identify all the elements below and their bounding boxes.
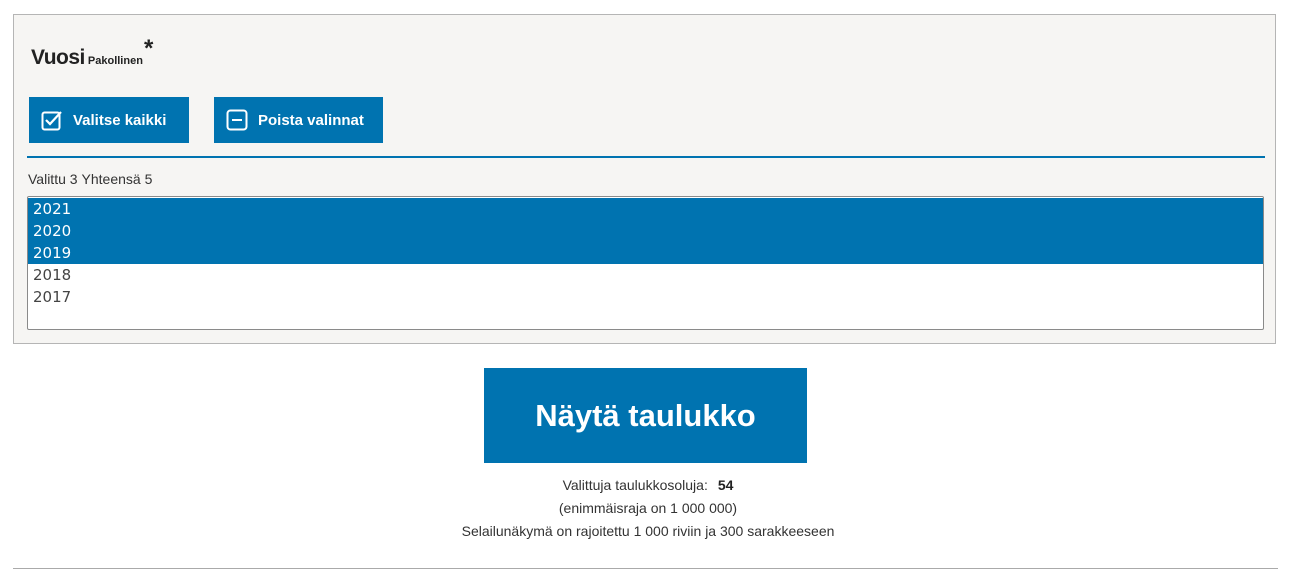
required-label: Pakollinen [87, 55, 143, 67]
total-count: Yhteensä 5 [81, 171, 153, 187]
select-all-label: Valitse kaikki [73, 111, 167, 129]
variable-name: Vuosi [31, 46, 85, 69]
list-option[interactable]: 2019 [28, 242, 1263, 264]
cells-label: Valittuja taulukkosoluja: [562, 477, 708, 493]
select-all-button[interactable]: Valitse kaikki [29, 97, 189, 143]
clear-selection-button[interactable]: Poista valinnat [214, 97, 383, 143]
clear-selection-label: Poista valinnat [258, 111, 364, 129]
selected-count: Valittu 3 [28, 171, 78, 187]
list-option[interactable]: 2018 [28, 264, 1263, 286]
variable-panel: Vuosi Pakollinen* Valitse kaikki Poista v… [13, 14, 1276, 344]
list-option[interactable]: 2017 [28, 286, 1263, 308]
show-table-button[interactable]: Näytä taulukko [484, 368, 807, 463]
list-option[interactable]: 2021 [28, 198, 1263, 220]
variable-title: Vuosi Pakollinen* [31, 35, 153, 71]
limit-text: (enimmäisraja on 1 000 000) [558, 500, 738, 516]
bottom-divider [13, 568, 1278, 569]
list-option[interactable]: 2020 [28, 220, 1263, 242]
view-limit-text: Selailunäkymä on rajoitettu 1 000 riviin… [461, 523, 835, 539]
required-mark: * [143, 35, 154, 62]
cells-summary: Valittuja taulukkosoluja: 54 [0, 477, 1296, 493]
checkbox-minus-icon [226, 109, 248, 131]
checkbox-checked-icon [41, 111, 62, 131]
cells-value: 54 [717, 477, 734, 493]
selection-count: Valittu 3 Yhteensä 5 [28, 171, 152, 187]
value-listbox[interactable]: 2021 2020 2019 2018 2017 [27, 196, 1264, 330]
divider [27, 156, 1265, 158]
